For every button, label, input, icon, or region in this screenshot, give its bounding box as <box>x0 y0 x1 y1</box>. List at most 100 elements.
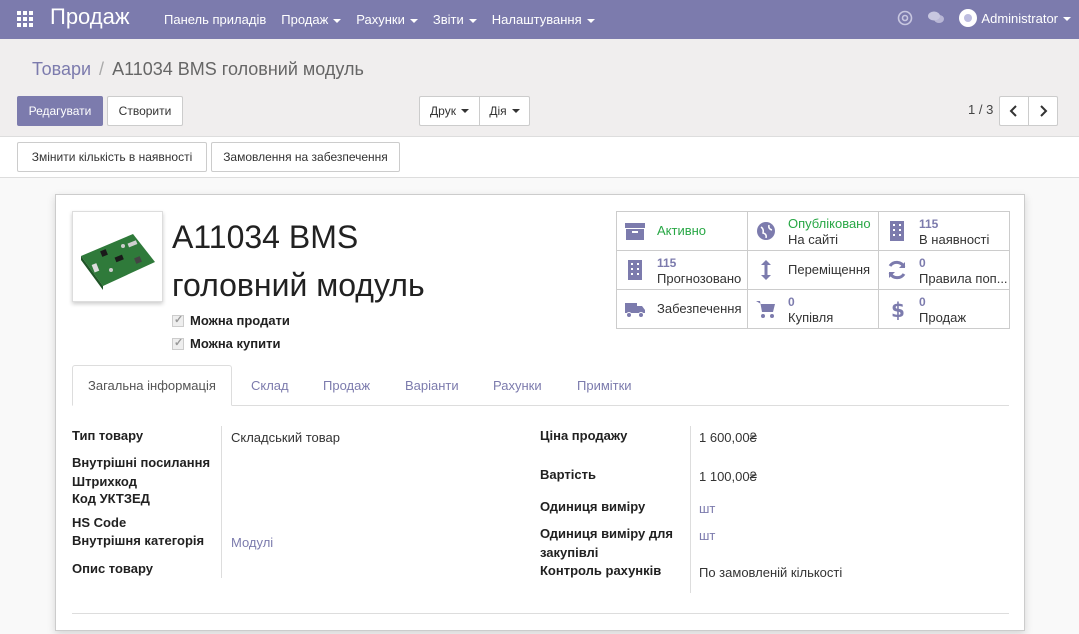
apps-menu-icon[interactable] <box>17 11 33 27</box>
print-dropdown[interactable]: Друк <box>419 96 480 126</box>
product-type-field[interactable]: Складський товар <box>231 430 340 445</box>
app-title: Продаж <box>50 4 130 29</box>
tab-sales[interactable]: Продаж <box>323 365 370 406</box>
stat-active-label: Активно <box>657 223 707 238</box>
field-divider <box>221 426 222 578</box>
circuit-board-image <box>81 234 155 290</box>
smart-buttons: Активно Опубліковано На сайті 115 В наявно… <box>616 211 1010 329</box>
tab-notes[interactable]: Примітки <box>577 365 632 406</box>
tab-invoicing[interactable]: Рахунки <box>493 365 542 406</box>
can-be-sold-checkbox[interactable]: Можна продати <box>172 313 290 328</box>
menu-reports-label: Звіти <box>432 12 464 27</box>
form-sheet: A11034 BMS головний модуль Можна продати… <box>55 194 1025 631</box>
menu-invoicing[interactable]: Рахунки <box>356 12 418 27</box>
pager-previous-button[interactable] <box>999 96 1029 126</box>
purchase-uom-label-line2: закупівлі <box>540 545 599 560</box>
stat-sold-button[interactable]: $ 0 Продаж <box>879 290 1010 329</box>
sales-price-field[interactable]: 1 600,00₴ <box>699 430 757 445</box>
field-divider <box>690 426 691 593</box>
stat-purchased-label: Купівля <box>788 310 834 325</box>
product-name-line2: головний модуль <box>172 267 425 303</box>
caret-down-icon <box>511 109 520 113</box>
stat-onhand-label: В наявності <box>919 232 990 247</box>
product-name-line1: A11034 BMS <box>172 219 359 255</box>
avatar[interactable] <box>959 9 978 27</box>
notebook-tabs: Загальна інформація Склад Продаж Варіант… <box>72 365 1009 406</box>
edit-button[interactable]: Редагувати <box>17 96 103 126</box>
menu-settings-label: Налаштування <box>491 12 582 27</box>
stat-published-button[interactable]: Опубліковано На сайті <box>748 212 879 251</box>
caret-down-icon <box>1063 17 1071 22</box>
checkbox-checked-icon <box>172 336 184 350</box>
product-type-label: Тип товару <box>72 428 144 443</box>
action-dropdown[interactable]: Дія <box>479 96 530 126</box>
tab-general-info[interactable]: Загальна інформація <box>72 365 232 406</box>
stat-sold-label: Продаж <box>919 310 967 325</box>
stat-purchased-button[interactable]: 0 Купівля <box>748 290 879 329</box>
stat-onhand-button[interactable]: 115 В наявності <box>879 212 1010 251</box>
cost-label: Вартість <box>540 467 596 482</box>
control-panel: Товари / A11034 BMS головний модуль Редагу… <box>0 39 1079 137</box>
chat-icon[interactable] <box>927 10 945 26</box>
top-navbar: Продаж Панель приладів Продаж Рахунки Зв… <box>0 0 1079 39</box>
building-icon <box>628 260 642 280</box>
stat-moves-label: Переміщення <box>788 262 871 277</box>
refresh-icon <box>888 260 906 280</box>
svg-text:$: $ <box>891 298 905 320</box>
at-sign-icon[interactable] <box>897 10 913 26</box>
caret-down-icon <box>409 18 418 23</box>
stat-on-site-label: На сайті <box>788 232 839 247</box>
invoicing-policy-label: Контроль рахунків <box>540 563 662 578</box>
action-label: Дія <box>489 104 507 118</box>
can-be-sold-label: Можна продати <box>190 313 290 328</box>
create-button[interactable]: Створити <box>107 96 183 126</box>
menu-settings[interactable]: Налаштування <box>492 12 595 27</box>
cost-field[interactable]: 1 100,00₴ <box>699 469 757 484</box>
update-quantity-button[interactable]: Змінити кількість в наявності <box>17 142 207 172</box>
tab-inventory[interactable]: Склад <box>251 365 289 406</box>
archive-icon <box>625 223 645 240</box>
pager-next-button[interactable] <box>1028 96 1058 126</box>
invoicing-policy-field[interactable]: По замовленій кількості <box>699 565 842 580</box>
replenish-button[interactable]: Замовлення на забезпечення <box>211 142 400 172</box>
internal-reference-label: Внутрішні посилання <box>72 455 211 470</box>
caret-down-icon <box>586 18 595 23</box>
dollar-icon: $ <box>891 298 905 320</box>
stat-forecast-count: 115 <box>657 256 677 270</box>
menu-sales[interactable]: Продаж <box>281 12 342 27</box>
hs-code-label: HS Code <box>72 515 127 530</box>
stat-forecast-button[interactable]: 115 Прогнозовано <box>617 251 748 290</box>
stat-replenish-label: Забезпечення <box>657 301 742 316</box>
product-name: A11034 BMS головний модуль <box>172 213 472 309</box>
uom-field[interactable]: шт <box>699 501 715 516</box>
print-label: Друк <box>430 104 456 118</box>
stat-rules-button[interactable]: 0 Правила поп... <box>879 251 1010 290</box>
product-image[interactable] <box>72 211 163 302</box>
stat-forecast-label: Прогнозовано <box>657 271 742 286</box>
menu-dashboard[interactable]: Панель приладів <box>164 12 266 27</box>
breadcrumb: Товари / A11034 BMS головний модуль <box>32 59 364 79</box>
breadcrumb-parent[interactable]: Товари <box>32 59 91 79</box>
purchase-uom-label-line1: Одиниця виміру для <box>540 526 673 541</box>
checkbox-checked-icon <box>172 313 184 327</box>
user-menu[interactable]: Administrator <box>981 11 1071 26</box>
building-icon <box>890 221 904 241</box>
caret-down-icon <box>333 18 342 23</box>
chevron-right-icon <box>1040 105 1048 117</box>
stat-purchased-count: 0 <box>788 295 795 309</box>
purchase-uom-field[interactable]: шт <box>699 528 715 543</box>
internal-category-field[interactable]: Модулі <box>231 535 273 550</box>
uktzed-code-label: Код УКТЗЕД <box>72 491 150 506</box>
main-menu: Панель приладів Продаж Рахунки Звіти Нал… <box>164 12 610 27</box>
stat-moves-button[interactable]: Переміщення <box>748 251 879 290</box>
menu-reports[interactable]: Звіти <box>433 12 477 27</box>
menu-sales-label: Продаж <box>281 12 329 27</box>
arrows-vertical-icon <box>761 260 771 280</box>
stat-onhand-count: 115 <box>919 217 939 231</box>
tab-variants[interactable]: Варіанти <box>405 365 459 406</box>
stat-active-button[interactable]: Активно <box>617 212 748 251</box>
can-be-purchased-checkbox[interactable]: Можна купити <box>172 336 280 351</box>
chevron-left-icon <box>1009 105 1017 117</box>
breadcrumb-current: A11034 BMS головний модуль <box>112 59 364 79</box>
stat-replenish-button[interactable]: Забезпечення <box>617 290 748 329</box>
